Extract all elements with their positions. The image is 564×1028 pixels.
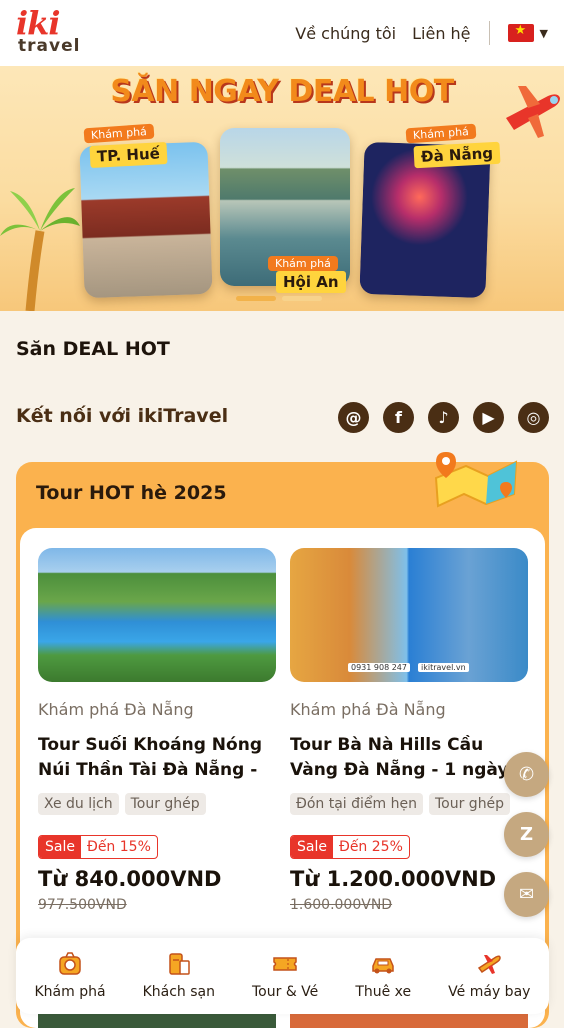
nav-about-link[interactable]: Về chúng tôi (295, 24, 396, 43)
sale-discount: Đến 25% (338, 839, 403, 855)
instagram-icon[interactable]: ◎ (518, 402, 549, 433)
bottom-nav-label: Khám phá (34, 984, 106, 1000)
hoian-name: Hội An (276, 271, 346, 293)
social-links: @ f ♪ ▶ ◎ (338, 402, 549, 433)
deal-section-title: Săn DEAL HOT (16, 338, 170, 360)
tour-card[interactable]: 0931 908 247 ikitravel.vn Khám phá Đà Nẵ… (290, 548, 530, 913)
tour-name[interactable]: Tour Bà Nà Hills Cầu Vàng Đà Nẵng - 1 ng… (290, 733, 530, 783)
carousel-dot-active[interactable] (236, 296, 276, 301)
hot-tours-title: Tour HOT hè 2025 (36, 482, 227, 504)
tour-chip: Tour ghép (428, 793, 511, 815)
vn-flag-icon[interactable] (507, 23, 534, 42)
tour-location: Khám phá Đà Nẵng (38, 700, 194, 719)
site-logo[interactable]: iki travel (16, 4, 86, 58)
nav-divider (488, 21, 490, 45)
bottom-nav-label: Tour & Vé (252, 984, 319, 1000)
hue-name: TP. Huế (89, 142, 168, 168)
tour-card[interactable]: Khám phá Đà Nẵng Tour Suối Khoáng Nóng N… (38, 548, 278, 913)
tour-chips: Đón tại điểm hẹn Tour ghép (290, 793, 530, 815)
tour-old-price: 977.500VND (38, 897, 127, 913)
promo-banner[interactable]: SĂN NGAY DEAL HOT Khám phá TP. Huế Khám … (0, 66, 564, 311)
tour-location: Khám phá Đà Nẵng (290, 700, 446, 719)
youtube-icon[interactable]: ▶ (473, 402, 504, 433)
palm-tree-icon (0, 188, 80, 311)
sale-discount: Đến 15% (86, 839, 151, 855)
phone-icon[interactable]: ✆ (504, 752, 549, 797)
image-caption-phone: 0931 908 247 (348, 663, 410, 672)
tour-chip: Xe du lịch (38, 793, 119, 815)
car-icon (372, 958, 394, 974)
tour-image-peek (290, 1014, 528, 1028)
ticket-icon (273, 957, 297, 971)
bottom-nav: Khám phá Khách sạn Tour & Vé Thuê xe Vé … (16, 938, 549, 1014)
tour-price: Từ 840.000VND (38, 867, 222, 891)
image-caption-site: ikitravel.vn (418, 663, 469, 672)
sale-badge: Sale Đến 25% (290, 835, 410, 859)
tour-image-peek (38, 1014, 276, 1028)
top-header: iki travel Về chúng tôi Liên hệ ▼ (0, 0, 564, 66)
bottom-nav-tour[interactable]: Tour & Vé (252, 952, 318, 1000)
tour-image[interactable]: 0931 908 247 ikitravel.vn (290, 548, 528, 682)
tour-old-price: 1.600.000VND (290, 897, 393, 913)
plane-icon (478, 955, 502, 974)
carousel-dot[interactable] (282, 296, 322, 301)
map-icon (434, 452, 518, 508)
tiktok-icon[interactable]: ♪ (428, 402, 459, 433)
top-nav: Về chúng tôi Liên hệ ▼ (295, 21, 548, 45)
nav-contact-link[interactable]: Liên hệ (412, 24, 470, 43)
danang-tag: Khám phá (405, 123, 477, 144)
bottom-nav-label: Vé máy bay (448, 984, 531, 1000)
bottom-nav-hotel[interactable]: Khách sạn (143, 952, 215, 1000)
tour-image[interactable] (38, 548, 276, 682)
sale-label: Sale (39, 836, 81, 858)
messenger-icon[interactable]: ✉ (504, 872, 549, 917)
tour-name[interactable]: Tour Suối Khoáng Nóng Núi Thần Tài Đà Nẵ… (38, 733, 278, 783)
bottom-nav-explore[interactable]: Khám phá (35, 952, 106, 1000)
chevron-down-icon[interactable]: ▼ (540, 27, 548, 40)
connect-title: Kết nối với ikiTravel (16, 405, 229, 427)
explore-icon (59, 952, 81, 975)
bottom-nav-flight[interactable]: Vé máy bay (448, 952, 530, 1000)
hue-tag: Khám phá (83, 123, 155, 144)
facebook-icon[interactable]: f (383, 402, 414, 433)
danang-name: Đà Nẵng (413, 141, 501, 169)
sale-label: Sale (291, 836, 333, 858)
logo-text-travel: travel (18, 36, 81, 56)
tour-price: Từ 1.200.000VND (290, 867, 497, 891)
banner-title: SĂN NGAY DEAL HOT (110, 74, 454, 109)
hoian-tag: Khám phá (268, 256, 338, 271)
zalo-icon[interactable]: Z (504, 812, 549, 857)
bottom-nav-car[interactable]: Thuê xe (355, 952, 411, 1000)
carousel-dots (236, 296, 322, 301)
sale-badge: Sale Đến 15% (38, 835, 158, 859)
tour-chip: Đón tại điểm hẹn (290, 793, 423, 815)
hotel-icon (169, 953, 190, 975)
tour-chips: Xe du lịch Tour ghép (38, 793, 278, 815)
bottom-nav-label: Thuê xe (355, 984, 412, 1000)
threads-icon[interactable]: @ (338, 402, 369, 433)
tour-chip: Tour ghép (124, 793, 206, 815)
bottom-nav-label: Khách sạn (142, 984, 215, 1000)
